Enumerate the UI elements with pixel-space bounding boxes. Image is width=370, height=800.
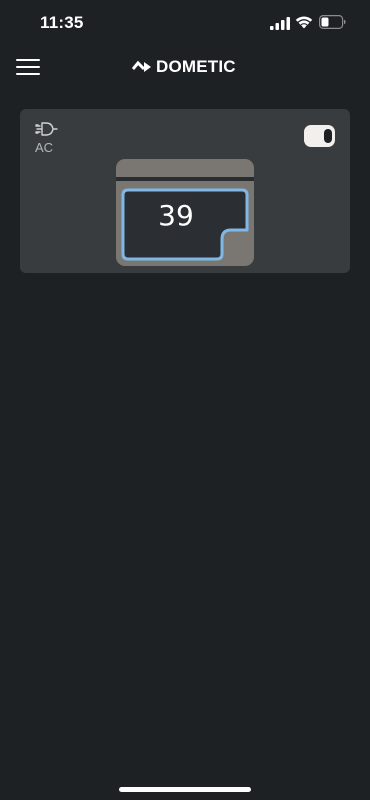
battery-icon: [319, 15, 346, 29]
brand-name: DOMETIC: [156, 57, 236, 76]
fridge-illustration[interactable]: 39: [116, 159, 254, 266]
power-source-label: AC: [35, 140, 54, 155]
app-header: DOMETIC: [0, 48, 370, 88]
status-bar: 11:35: [0, 0, 370, 48]
device-card[interactable]: AC 39: [20, 109, 350, 273]
compartment-temperature: 39: [158, 199, 194, 232]
dometic-logo-mark-icon: [132, 60, 151, 72]
home-indicator[interactable]: [119, 787, 251, 792]
plug-icon: [35, 122, 58, 136]
brand-logo: DOMETIC: [132, 56, 236, 78]
power-toggle[interactable]: [304, 125, 335, 147]
app-screen: 11:35 DOMETIC AC 39: [0, 0, 370, 800]
cellular-signal-icon: [270, 17, 290, 30]
wifi-icon: [295, 16, 313, 29]
toggle-knob: [324, 129, 332, 143]
hamburger-menu-icon[interactable]: [14, 53, 42, 81]
status-time: 11:35: [40, 13, 84, 32]
